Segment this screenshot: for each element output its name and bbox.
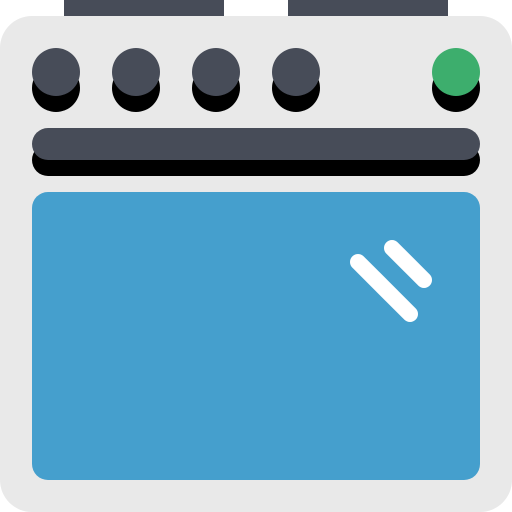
- top-handle-right: [288, 0, 448, 18]
- oven-icon: [0, 0, 512, 512]
- oven-illustration: [0, 0, 512, 512]
- top-handle-left: [64, 0, 224, 18]
- knob-1[interactable]: [32, 48, 80, 96]
- oven-window: [32, 192, 480, 480]
- power-indicator-light: [432, 48, 480, 96]
- knob-2[interactable]: [112, 48, 160, 96]
- door-handle[interactable]: [32, 128, 480, 160]
- knob-3[interactable]: [192, 48, 240, 96]
- knob-4[interactable]: [272, 48, 320, 96]
